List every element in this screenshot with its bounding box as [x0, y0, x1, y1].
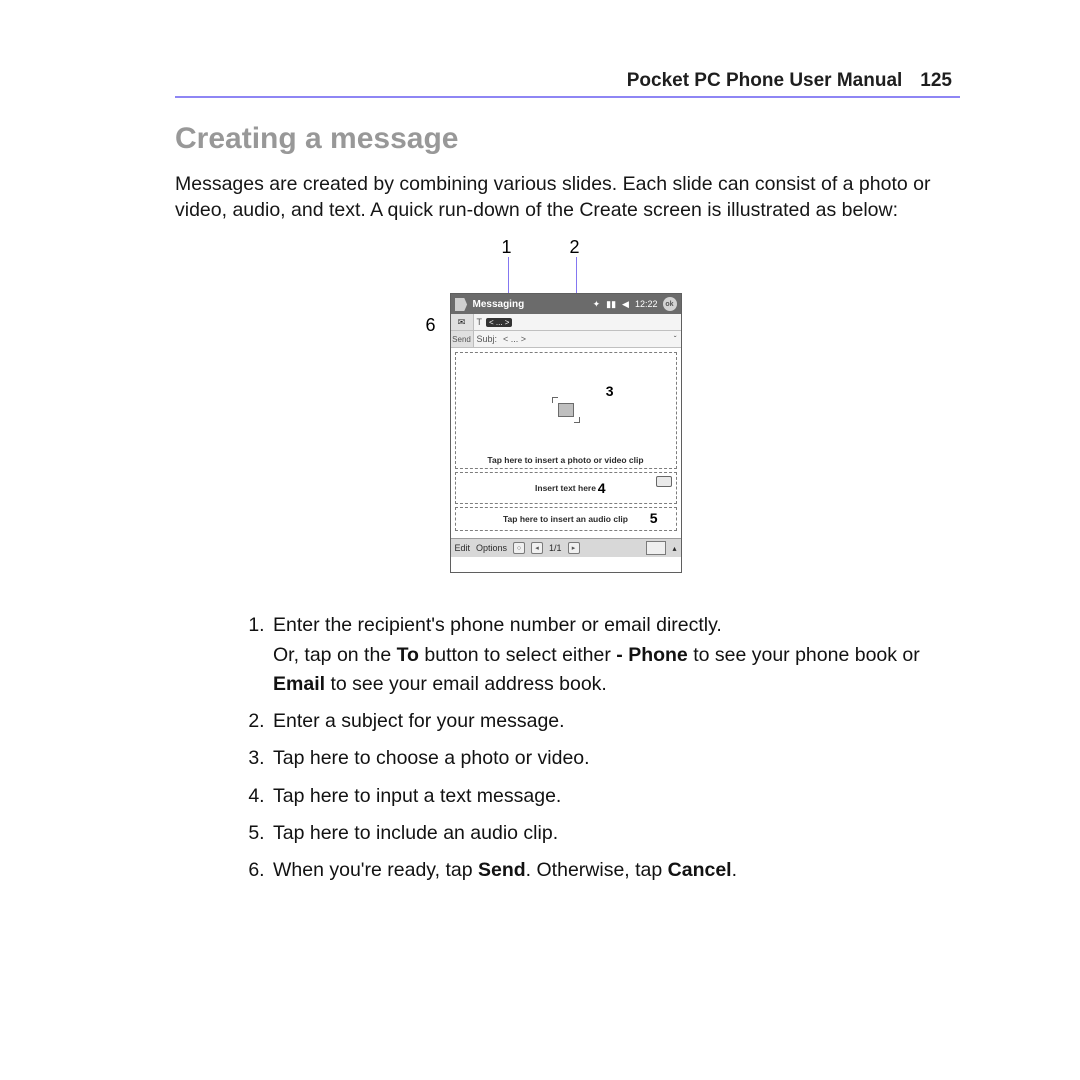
to-value[interactable]: < ... > [486, 318, 512, 327]
play-button[interactable]: ◂ [531, 542, 543, 554]
photo-hint: Tap here to insert a photo or video clip [487, 455, 643, 465]
volume-icon: ◀ [621, 299, 630, 310]
title-bar: Messaging ✦ ▮▮ ◀ 12:22 ok [451, 294, 681, 314]
phone-screen: Messaging ✦ ▮▮ ◀ 12:22 ok ✉ T < ... > Se… [450, 293, 682, 573]
next-slide-button[interactable]: ▸ [568, 542, 580, 554]
step-1: Enter the recipient's phone number or em… [270, 611, 960, 699]
header-rule [175, 96, 960, 98]
clock-text: 12:22 [634, 299, 659, 309]
text-slot[interactable]: Insert text here 4 [455, 472, 677, 505]
photo-placeholder-icon [558, 403, 574, 417]
to-label: T [474, 317, 486, 327]
step-3: Tap here to choose a photo or video. [270, 744, 960, 773]
step-5: Tap here to include an audio clip. [270, 819, 960, 848]
page-number: 125 [920, 70, 952, 92]
menu-edit[interactable]: Edit [455, 543, 471, 553]
section-heading: Creating a message [175, 122, 960, 156]
step-4: Tap here to input a text message. [270, 782, 960, 811]
menu-options[interactable]: Options [476, 543, 507, 553]
signal-icon: ▮▮ [605, 299, 617, 310]
sync-icon: ✦ [592, 299, 602, 310]
menu-up-icon[interactable]: ▴ [672, 544, 676, 553]
audio-slot[interactable]: Tap here to insert an audio clip 5 [455, 507, 677, 531]
running-header: Pocket PC Phone User Manual 125 [175, 70, 952, 92]
subject-label: Subj: [474, 334, 501, 344]
photo-slot[interactable]: Tap here to insert a photo or video clip… [455, 352, 677, 468]
start-flag-icon [455, 298, 469, 311]
callout-4: 4 [598, 480, 606, 496]
app-title: Messaging [473, 299, 525, 310]
callout-5: 5 [650, 510, 658, 526]
callout-3: 3 [606, 383, 614, 399]
send-button[interactable]: Send [451, 331, 474, 347]
to-field-row[interactable]: ✉ T < ... > [451, 314, 681, 331]
expand-icon[interactable]: ˇ [674, 335, 677, 344]
back-icon[interactable]: ✉ [451, 314, 474, 330]
slide-counter: 1/1 [549, 543, 562, 553]
callout-6: 6 [426, 315, 436, 336]
message-canvas: Tap here to insert a photo or video clip… [451, 348, 681, 538]
subject-field-row[interactable]: Send Subj: < ... > ˇ [451, 331, 681, 348]
manual-page: Pocket PC Phone User Manual 125 Creating… [0, 0, 1080, 1080]
audio-hint: Tap here to insert an audio clip [503, 514, 628, 524]
step-2: Enter a subject for your message. [270, 707, 960, 736]
callout-1: 1 [502, 237, 512, 258]
menu-bar: Edit Options ○ ◂ 1/1 ▸ ▴ [451, 538, 681, 557]
instruction-list: Enter the recipient's phone number or em… [270, 611, 960, 885]
sip-keyboard-icon[interactable] [646, 541, 666, 555]
manual-title: Pocket PC Phone User Manual [627, 70, 903, 92]
text-hint: Insert text here [535, 483, 596, 493]
intro-paragraph: Messages are created by combining variou… [175, 172, 960, 223]
create-screen-figure: 1 2 6 Messaging ✦ ▮▮ ◀ 12:22 ok [428, 241, 708, 581]
keyboard-mini-icon [656, 476, 672, 487]
ok-button[interactable]: ok [663, 297, 677, 311]
callout-2: 2 [570, 237, 580, 258]
prev-slide-button[interactable]: ○ [513, 542, 525, 554]
subject-value[interactable]: < ... > [500, 334, 529, 344]
step-6: When you're ready, tap Send. Otherwise, … [270, 856, 960, 885]
